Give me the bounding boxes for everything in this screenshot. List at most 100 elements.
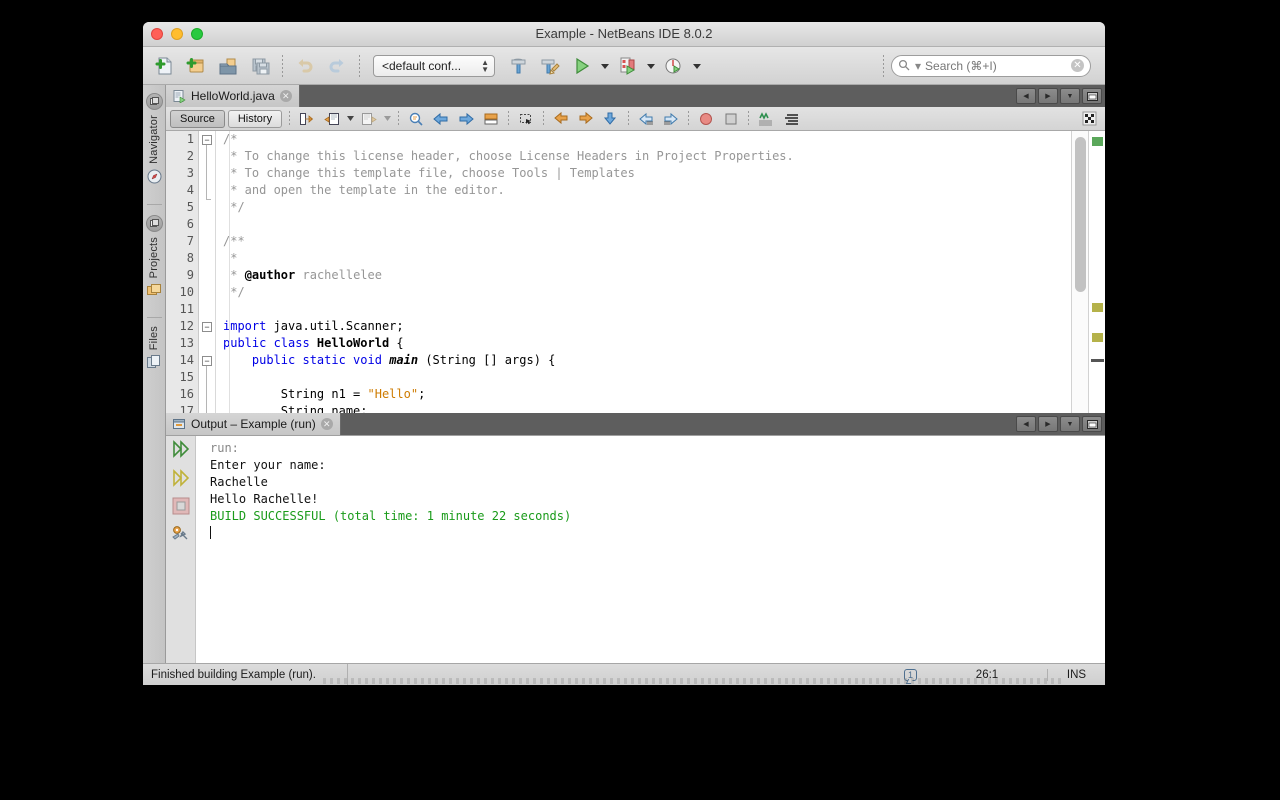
maximize-editor-button[interactable] xyxy=(1082,88,1102,104)
settings-button[interactable] xyxy=(171,524,190,548)
open-project-button[interactable] xyxy=(213,51,243,81)
tab-list-button[interactable]: ▼ xyxy=(1060,88,1080,104)
search-input[interactable]: ▾ Search (⌘+I) ✕ xyxy=(891,55,1091,77)
code-line[interactable]: * To change this template file, choose T… xyxy=(223,165,1071,182)
code-line[interactable]: public static void main (String [] args)… xyxy=(223,352,1071,369)
debug-project-button[interactable] xyxy=(613,51,643,81)
tab-helloworld-java[interactable]: HelloWorld.java ✕ xyxy=(166,85,300,107)
code-line[interactable]: String n1 = "Hello"; xyxy=(223,386,1071,403)
forward-button[interactable] xyxy=(357,108,381,130)
output-text[interactable]: run:Enter your name:RachelleHello Rachel… xyxy=(196,436,1105,663)
sidebar-item-projects[interactable]: Projects xyxy=(146,211,163,311)
output-tab-list-button[interactable]: ▼ xyxy=(1060,416,1080,432)
comment-button[interactable] xyxy=(634,108,658,130)
clear-x-icon[interactable]: ✕ xyxy=(1071,59,1084,72)
stop-button[interactable] xyxy=(172,497,190,520)
projects-dock-button[interactable] xyxy=(146,215,163,232)
save-all-button[interactable] xyxy=(245,51,275,81)
back-dropdown[interactable] xyxy=(345,108,356,130)
stop-macro-recording-button[interactable] xyxy=(719,108,743,130)
uncomment-button[interactable] xyxy=(659,108,683,130)
maximize-output-button[interactable] xyxy=(1082,416,1102,432)
previous-bookmark-button[interactable] xyxy=(429,108,453,130)
fold-marker-2[interactable]: − xyxy=(202,322,212,332)
code-line[interactable]: * To change this license header, choose … xyxy=(223,148,1071,165)
code-token: rachellelee xyxy=(295,268,382,282)
close-icon[interactable]: ✕ xyxy=(321,418,333,430)
tab-source[interactable]: Source xyxy=(170,110,225,128)
new-file-button[interactable] xyxy=(149,51,179,81)
clean-and-build-button[interactable] xyxy=(535,51,565,81)
undo-button[interactable] xyxy=(290,51,320,81)
navigator-dock-button[interactable] xyxy=(146,93,163,110)
stop-macro-recording-icon xyxy=(723,111,739,127)
code-line[interactable]: * @author rachellelee xyxy=(223,267,1071,284)
caret-marker[interactable] xyxy=(1091,359,1104,362)
output-settings-icon xyxy=(171,524,190,543)
scrollbar-thumb[interactable] xyxy=(1075,137,1086,292)
editor-vertical-scrollbar[interactable] xyxy=(1071,131,1088,413)
inspect-button[interactable] xyxy=(779,108,803,130)
scroll-left-button[interactable]: ◀ xyxy=(1016,88,1036,104)
code-editor[interactable]: 1234567891011121314151617 − − − /* * To … xyxy=(166,131,1105,413)
back-button[interactable] xyxy=(320,108,344,130)
debug-dropdown-button[interactable] xyxy=(645,51,657,81)
rectangular-selection-button[interactable] xyxy=(514,108,538,130)
profile-dropdown-button[interactable] xyxy=(691,51,703,81)
code-line[interactable] xyxy=(223,369,1071,386)
sidebar-item-files[interactable]: Files xyxy=(147,324,162,384)
code-line[interactable]: public class HelloWorld { xyxy=(223,335,1071,352)
rerun-button[interactable] xyxy=(171,439,191,464)
next-bookmark-button[interactable] xyxy=(454,108,478,130)
output-content[interactable]: run:Enter your name:RachelleHello Rachel… xyxy=(166,435,1105,663)
output-scroll-left-button[interactable]: ◀ xyxy=(1016,416,1036,432)
code-line[interactable] xyxy=(223,301,1071,318)
code-fold-gutter[interactable]: − − − xyxy=(199,131,216,413)
code-line[interactable] xyxy=(223,216,1071,233)
code-line[interactable]: * xyxy=(223,250,1071,267)
rerun-alt-button[interactable] xyxy=(171,468,191,493)
run-project-button[interactable] xyxy=(567,51,597,81)
fold-marker-3[interactable]: − xyxy=(202,356,212,366)
configuration-dropdown[interactable]: <default conf... ▲▼ xyxy=(373,55,495,77)
line-number: 1 xyxy=(166,131,194,148)
editor-annotation-strip[interactable] xyxy=(1088,131,1105,413)
code-line[interactable]: String name; xyxy=(223,403,1071,413)
tab-history[interactable]: History xyxy=(228,110,282,128)
last-edit-button[interactable] xyxy=(295,108,319,130)
find-selection-button[interactable] xyxy=(404,108,428,130)
code-line[interactable]: /** xyxy=(223,233,1071,250)
code-line[interactable]: * and open the template in the editor. xyxy=(223,182,1071,199)
shift-line-right-button[interactable] xyxy=(574,108,598,130)
close-icon[interactable]: ✕ xyxy=(280,90,292,102)
no-errors-marker[interactable] xyxy=(1092,137,1103,146)
toolbar-separator-3 xyxy=(883,55,884,77)
sidebar-item-navigator[interactable]: Navigator xyxy=(146,89,163,198)
scroll-right-button[interactable]: ▶ xyxy=(1038,88,1058,104)
tab-output-example-run[interactable]: Output – Example (run) ✕ xyxy=(166,413,341,435)
change-marker-1[interactable] xyxy=(1092,303,1103,312)
run-play-icon xyxy=(571,55,593,77)
uncomment-icon xyxy=(663,111,679,127)
run-dropdown-button[interactable] xyxy=(599,51,611,81)
change-marker-2[interactable] xyxy=(1092,333,1103,342)
shift-down-button[interactable] xyxy=(599,108,623,130)
shift-line-left-button[interactable] xyxy=(549,108,573,130)
code-text-area[interactable]: /* * To change this license header, choo… xyxy=(216,131,1071,413)
profile-project-button[interactable] xyxy=(659,51,689,81)
fold-marker-1[interactable]: − xyxy=(202,135,212,145)
start-macro-recording-button[interactable] xyxy=(694,108,718,130)
build-project-button[interactable] xyxy=(503,51,533,81)
toggle-bookmark-button[interactable] xyxy=(479,108,503,130)
code-line[interactable]: /* xyxy=(223,131,1071,148)
output-tab-bar: Output – Example (run) ✕ ◀ ▶ ▼ xyxy=(166,413,1105,435)
code-line[interactable]: */ xyxy=(223,284,1071,301)
new-project-button[interactable] xyxy=(181,51,211,81)
code-line[interactable]: import java.util.Scanner; xyxy=(223,318,1071,335)
toggle-rectangular-button[interactable] xyxy=(1077,108,1101,130)
output-scroll-right-button[interactable]: ▶ xyxy=(1038,416,1058,432)
toggle-highlight-button[interactable] xyxy=(754,108,778,130)
forward-dropdown[interactable] xyxy=(382,108,393,130)
redo-button[interactable] xyxy=(322,51,352,81)
code-line[interactable]: */ xyxy=(223,199,1071,216)
